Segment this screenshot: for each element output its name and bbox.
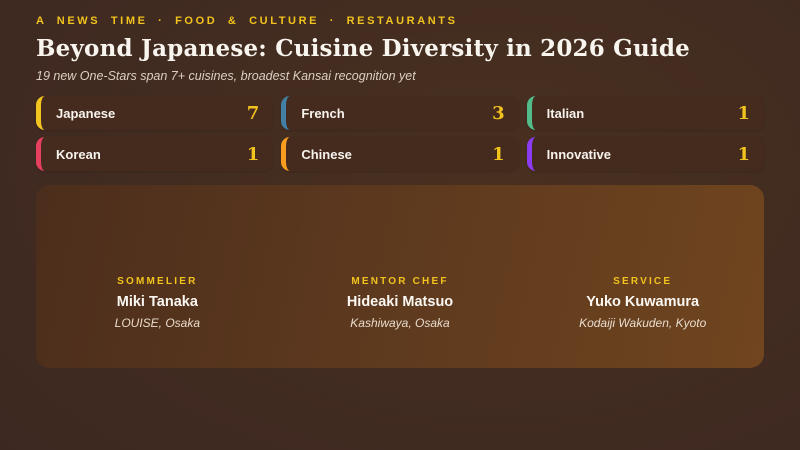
cuisine-count: 3	[492, 102, 505, 124]
award-restaurant: Kashiwaya, Osaka	[350, 316, 450, 330]
cuisine-name: Innovative	[546, 146, 611, 162]
cuisine-count: 1	[737, 143, 750, 165]
award-restaurant: Kodaiji Wakuden, Kyoto	[579, 316, 707, 330]
page: A NEWS TIME · FOOD & CULTURE · RESTAURAN…	[0, 0, 800, 450]
cuisine-name: Korean	[56, 146, 101, 162]
cuisine-count: 7	[246, 102, 260, 124]
award-role: MENTOR CHEF	[351, 276, 449, 287]
award-role: SERVICE	[613, 276, 673, 287]
award-item-sommelier: SOMMELIER Miki Tanaka LOUISE, Osaka	[36, 276, 279, 330]
cuisine-count: 1	[737, 102, 750, 124]
page-title: Beyond Japanese: Cuisine Diversity in 20…	[36, 35, 690, 62]
award-role: SOMMELIER	[117, 276, 198, 287]
award-name: Miki Tanaka	[116, 294, 198, 310]
awards-panel: SOMMELIER Miki Tanaka LOUISE, Osaka MENT…	[36, 185, 764, 368]
cuisine-card-chinese: Chinese 1	[281, 137, 519, 171]
header: A NEWS TIME · FOOD & CULTURE · RESTAURAN…	[36, 15, 764, 83]
cuisine-name: Japanese	[56, 105, 116, 121]
cuisine-count: 1	[492, 143, 505, 165]
award-restaurant: LOUISE, Osaka	[114, 316, 201, 330]
cuisine-card-korean: Korean 1	[36, 137, 274, 171]
award-name: Yuko Kuwamura	[586, 294, 700, 310]
award-item-mentor-chef: MENTOR CHEF Hideaki Matsuo Kashiwaya, Os…	[279, 276, 522, 330]
cuisine-name: Chinese	[301, 146, 352, 162]
cuisine-name: Italian	[546, 105, 585, 121]
award-item-service: SERVICE Yuko Kuwamura Kodaiji Wakuden, K…	[521, 276, 764, 330]
page-subtitle: 19 new One-Stars span 7+ cuisines, broad…	[36, 69, 416, 83]
breadcrumb: A NEWS TIME · FOOD & CULTURE · RESTAURAN…	[36, 15, 458, 27]
cuisine-name: French	[301, 105, 345, 121]
cuisine-count: 1	[246, 143, 260, 165]
award-name: Hideaki Matsuo	[346, 294, 454, 310]
cuisine-card-french: French 3	[281, 96, 519, 130]
cuisine-card-innovative: Innovative 1	[526, 137, 764, 171]
cuisine-card-italian: Italian 1	[526, 96, 764, 130]
cuisine-card-japanese: Japanese 7	[36, 96, 274, 130]
cuisine-card-grid: Japanese 7 French 3 Italian 1 Korean 1 C…	[36, 96, 764, 171]
